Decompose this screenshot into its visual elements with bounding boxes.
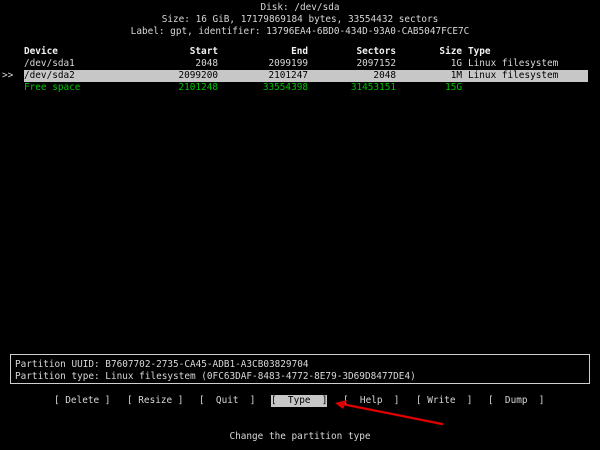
action-menu: [ Delete ] [ Resize ] [ Quit ] [ Type ] … [0,395,600,407]
delete-button[interactable]: [ Delete ] [54,395,110,407]
disk-size: Size: 16 GiB, 17179869184 bytes, 3355443… [161,14,439,25]
dump-button[interactable]: [ Dump ] [488,395,544,407]
column-header-type: Type [468,46,491,57]
partition-type: Linux filesystem [468,58,559,69]
partition-uuid: Partition UUID: B7607702-2735-CA45-ADB1-… [15,359,309,370]
partition-size: 1G [450,58,462,69]
column-header-size: Size [439,46,462,57]
menu-hint: Change the partition type [229,431,371,442]
disk-title: Disk: /dev/sda [260,2,340,13]
resize-button[interactable]: [ Resize ] [127,395,183,407]
quit-button[interactable]: [ Quit ] [199,395,255,407]
partition-start: 2048 [195,58,218,69]
free-space-sectors: 31453151 [350,82,396,93]
column-header-start: Start [189,46,218,57]
table-header: Device Start End Sectors Size Type [0,46,600,58]
free-space-end: 33554398 [262,82,308,93]
partition-row-sda2[interactable]: >> /dev/sda2 2099200 2101247 2048 1M Lin… [0,70,600,82]
free-space-start: 2101248 [178,82,218,93]
partition-type: Linux filesystem [468,70,559,81]
partition-device: /dev/sda1 [24,58,75,69]
partition-sectors: 2048 [373,70,396,81]
column-header-device: Device [24,46,58,57]
write-button[interactable]: [ Write ] [416,395,472,407]
disk-header: Disk: /dev/sda Size: 16 GiB, 17179869184… [0,2,600,38]
partition-start: 2099200 [178,70,218,81]
partition-device: /dev/sda2 [24,70,75,81]
partition-type-info: Partition type: Linux filesystem (0FC63D… [15,371,416,382]
partition-end: 2099199 [268,58,308,69]
column-header-sectors: Sectors [356,46,396,57]
free-space-row[interactable]: Free space 2101248 33554398 31453151 15G [0,82,600,94]
partition-table: Device Start End Sectors Size Type /dev/… [0,46,600,94]
partition-row-sda1[interactable]: /dev/sda1 2048 2099199 2097152 1G Linux … [0,58,600,70]
partition-info-box: Partition UUID: B7607702-2735-CA45-ADB1-… [10,354,590,384]
free-space-label: Free space [24,82,81,93]
column-header-end: End [291,46,308,57]
row-selector: >> [2,70,14,81]
partition-end: 2101247 [268,70,308,81]
help-button[interactable]: [ Help ] [343,395,399,407]
partition-sectors: 2097152 [356,58,396,69]
type-button[interactable]: [ Type ] [271,395,328,407]
free-space-size: 15G [445,82,462,93]
disk-label: Label: gpt, identifier: 13796EA4-6BD0-43… [130,26,470,37]
partition-size: 1M [450,70,462,81]
